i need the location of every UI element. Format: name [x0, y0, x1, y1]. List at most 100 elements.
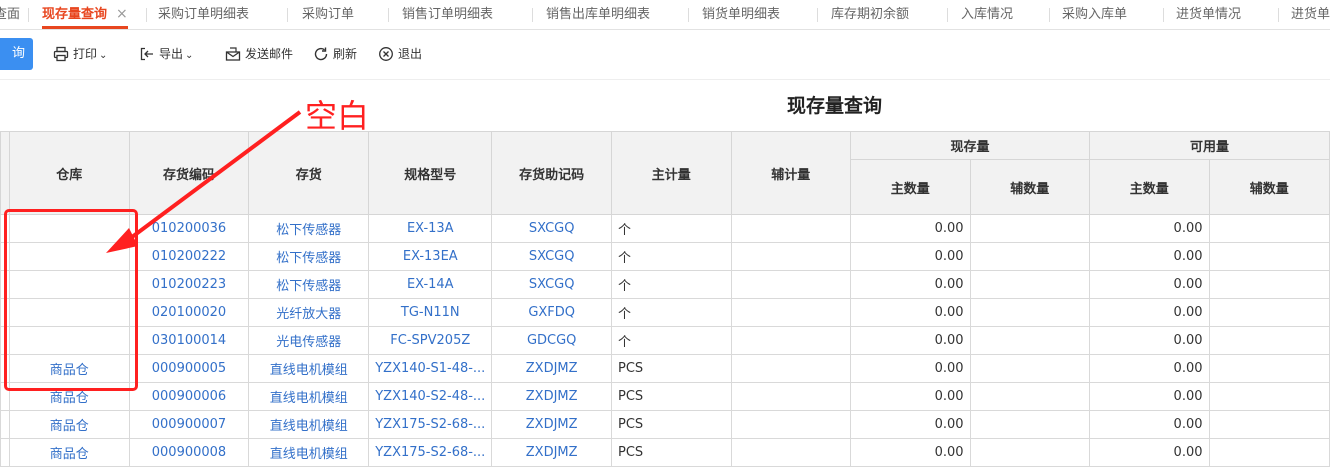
cell-onhand-aux-qty: [969, 326, 1090, 355]
table-row[interactable]: 030100014 光电传感器 FC-SPV205Z GDCGQ 个 0.00 0.00: [0, 326, 1330, 355]
close-icon[interactable]: ×: [116, 6, 128, 22]
tab-receipt-status[interactable]: 进货单情况: [1176, 0, 1241, 29]
cell-available-aux-qty: [1208, 270, 1330, 299]
cell-item[interactable]: 直线电机模组: [248, 354, 370, 383]
tab-receipt[interactable]: 进货单: [1291, 0, 1330, 29]
cell-mnemonic[interactable]: ZXDJMZ: [491, 410, 613, 439]
cell-mnemonic[interactable]: SXCGQ: [491, 242, 613, 271]
cell-aux-unit: [730, 242, 851, 271]
row-selector[interactable]: [0, 410, 10, 439]
cell-onhand-main-qty: 0.00: [849, 326, 971, 355]
cell-spec[interactable]: YZX140-S1-48-...: [368, 354, 493, 383]
cell-available-main-qty: 0.00: [1088, 410, 1210, 439]
cell-onhand-main-qty: 0.00: [849, 354, 971, 383]
header-aux-unit[interactable]: 辅计量: [730, 131, 851, 215]
tab-sales-outbound-detail[interactable]: 销售出库单明细表: [546, 0, 650, 29]
cell-spec[interactable]: TG-N11N: [368, 298, 493, 327]
cell-available-aux-qty: [1208, 354, 1330, 383]
tab-sales-slip-detail[interactable]: 销货单明细表: [702, 0, 780, 29]
cell-item[interactable]: 松下传感器: [248, 214, 370, 243]
row-selector[interactable]: [0, 438, 10, 467]
query-button[interactable]: 询: [0, 38, 33, 70]
cell-item[interactable]: 直线电机模组: [248, 410, 370, 439]
cell-item-code[interactable]: 000900005: [128, 354, 250, 383]
export-icon: [140, 47, 153, 61]
cell-spec[interactable]: YZX175-S2-68-...: [368, 438, 493, 467]
cell-item-code[interactable]: 010200223: [128, 270, 250, 299]
cell-main-unit: PCS: [611, 438, 732, 467]
table-row[interactable]: 商品仓 000900008 直线电机模组 YZX175-S2-68-... ZXDJMZ…: [0, 438, 1330, 467]
table-row[interactable]: 010200222 松下传感器 EX-13EA SXCGQ 个 0.00 0.00: [0, 242, 1330, 271]
cell-spec[interactable]: EX-13EA: [368, 242, 493, 271]
header-onhand-aux-qty[interactable]: 辅数量: [969, 159, 1090, 215]
header-available-main-qty[interactable]: 主数量: [1088, 159, 1210, 215]
header-available-aux-qty[interactable]: 辅数量: [1208, 159, 1330, 215]
header-mnemonic[interactable]: 存货助记码: [491, 131, 613, 215]
cell-item-code[interactable]: 010200036: [128, 214, 250, 243]
cell-aux-unit: [730, 326, 851, 355]
cell-onhand-aux-qty: [969, 298, 1090, 327]
header-warehouse[interactable]: 仓库: [8, 131, 130, 215]
cell-spec[interactable]: YZX175-S2-68-...: [368, 410, 493, 439]
cell-mnemonic[interactable]: SXCGQ: [491, 270, 613, 299]
cell-onhand-aux-qty: [969, 270, 1090, 299]
cell-mnemonic[interactable]: GDCGQ: [491, 326, 613, 355]
cell-available-main-qty: 0.00: [1088, 438, 1210, 467]
tab-purchase-inbound[interactable]: 采购入库单: [1062, 0, 1127, 29]
table-row[interactable]: 商品仓 000900007 直线电机模组 YZX175-S2-68-... ZXDJMZ…: [0, 410, 1330, 439]
table-row[interactable]: 020100020 光纤放大器 TG-N11N GXFDQ 个 0.00 0.00: [0, 298, 1330, 327]
export-button[interactable]: 导出 ⌄: [139, 43, 193, 65]
cell-spec[interactable]: EX-14A: [368, 270, 493, 299]
header-selector: [0, 131, 10, 215]
table-row[interactable]: 商品仓 000900005 直线电机模组 YZX140-S1-48-... ZXDJMZ…: [0, 354, 1330, 383]
cell-item[interactable]: 松下传感器: [248, 242, 370, 271]
refresh-button[interactable]: 刷新: [313, 43, 357, 65]
cell-item-code[interactable]: 010200222: [128, 242, 250, 271]
cell-item[interactable]: 光电传感器: [248, 326, 370, 355]
cell-warehouse[interactable]: 商品仓: [8, 438, 130, 467]
tab-sales-order-detail[interactable]: 销售订单明细表: [402, 0, 493, 29]
tab-separator: [947, 8, 948, 22]
cell-available-aux-qty: [1208, 326, 1330, 355]
cell-warehouse[interactable]: 商品仓: [8, 410, 130, 439]
cell-item-code[interactable]: 000900007: [128, 410, 250, 439]
send-email-button[interactable]: 发送邮件: [225, 43, 293, 65]
cell-item[interactable]: 直线电机模组: [248, 382, 370, 411]
header-onhand-main-qty[interactable]: 主数量: [849, 159, 971, 215]
table-row[interactable]: 010200036 松下传感器 EX-13A SXCGQ 个 0.00 0.00: [0, 214, 1330, 243]
cell-main-unit: 个: [611, 214, 732, 243]
table-row[interactable]: 010200223 松下传感器 EX-14A SXCGQ 个 0.00 0.00: [0, 270, 1330, 299]
tab-onhand-query[interactable]: 现存量查询 ×: [42, 0, 128, 29]
cell-spec[interactable]: EX-13A: [368, 214, 493, 243]
cell-mnemonic[interactable]: SXCGQ: [491, 214, 613, 243]
tab-purchase-order[interactable]: 采购订单: [302, 0, 354, 29]
cell-available-main-qty: 0.00: [1088, 382, 1210, 411]
cell-mnemonic[interactable]: ZXDJMZ: [491, 382, 613, 411]
cell-item[interactable]: 直线电机模组: [248, 438, 370, 467]
cell-item-code[interactable]: 030100014: [128, 326, 250, 355]
print-button[interactable]: 打印 ⌄: [53, 43, 107, 65]
tab-desktop[interactable]: 查面: [0, 0, 20, 29]
tab-purchase-order-detail[interactable]: 采购订单明细表: [158, 0, 249, 29]
cell-item-code[interactable]: 000900006: [128, 382, 250, 411]
tab-inbound-status[interactable]: 入库情况: [961, 0, 1013, 29]
cell-available-aux-qty: [1208, 410, 1330, 439]
cell-item[interactable]: 松下传感器: [248, 270, 370, 299]
exit-button[interactable]: 退出: [378, 43, 422, 65]
cell-item-code[interactable]: 000900008: [128, 438, 250, 467]
header-spec[interactable]: 规格型号: [368, 131, 493, 215]
cell-mnemonic[interactable]: GXFDQ: [491, 298, 613, 327]
cell-item[interactable]: 光纤放大器: [248, 298, 370, 327]
header-item[interactable]: 存货: [248, 131, 370, 215]
cell-spec[interactable]: FC-SPV205Z: [368, 326, 493, 355]
cell-mnemonic[interactable]: ZXDJMZ: [491, 354, 613, 383]
cell-item-code[interactable]: 020100020: [128, 298, 250, 327]
table-row[interactable]: 商品仓 000900006 直线电机模组 YZX140-S2-48-... ZXDJMZ…: [0, 382, 1330, 411]
cell-mnemonic[interactable]: ZXDJMZ: [491, 438, 613, 467]
print-label: 打印: [73, 47, 98, 61]
tab-separator: [1278, 8, 1279, 22]
header-main-unit[interactable]: 主计量: [611, 131, 732, 215]
header-item-code[interactable]: 存货编码: [128, 131, 250, 215]
cell-spec[interactable]: YZX140-S2-48-...: [368, 382, 493, 411]
tab-inventory-opening[interactable]: 库存期初余额: [831, 0, 909, 29]
